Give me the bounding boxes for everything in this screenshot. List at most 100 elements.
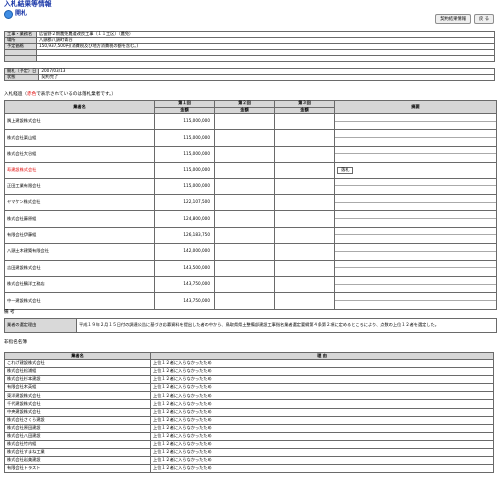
bid-results-table: 業者名 第１回 第２回 第３回 摘要 金額 金額 金額 隅上建設株式会社 115,… [4, 100, 497, 310]
bid-row: 有限会社伊藤組 126,183,750 [4, 226, 497, 245]
nominee-reason: 上位１２者に入らなかったため [150, 383, 494, 393]
notes-section-label: 備 考 [4, 310, 15, 315]
contract-info-button[interactable]: 契約結果情報 [435, 14, 472, 24]
bid-amount-round2 [214, 145, 275, 164]
bid-remarks [334, 145, 497, 164]
bid-remarks [334, 275, 497, 294]
nominee-reason: 上位１２者に入らなかったため [150, 448, 494, 458]
bid-amount-round3 [274, 275, 335, 294]
nominee-reason: 上位１２者に入らなかったため [150, 375, 494, 385]
non-nominee-table: 業者名 理 由 これげ建設株式会社 上位１２者に入らなかったため 株式会社松浦組 上位… [4, 352, 494, 474]
info-row [4, 55, 495, 62]
section-header: 開札 [4, 10, 27, 19]
notes-table: 業者の選定理由 平成１９年２月１５日付の調達公告に基づき応募資料を提出した者の中… [4, 318, 497, 333]
nominee-row: 有限会社トラスト 上位１２者に入らなかったため [4, 464, 494, 474]
remark-line [335, 293, 496, 301]
bid-amount-round2 [214, 292, 275, 310]
bid-amount-round2 [214, 275, 275, 294]
nominee-company: 中央建設株式会社 [4, 407, 151, 417]
bid-remarks [334, 226, 497, 245]
nominee-company: 株式会社さくら建設 [4, 415, 151, 425]
header-company: 業者名 [4, 100, 155, 114]
remark-line [335, 211, 496, 220]
bid-amount-round2 [214, 259, 275, 277]
bidder-name: 株式会社栗山組 [4, 129, 155, 147]
nominee-company: これげ建設株式会社 [4, 358, 151, 369]
nominee-row: 株式会社杉本建設 上位１２者に入らなかったため [4, 375, 494, 385]
nominee-header-company: 業者名 [4, 352, 151, 360]
remark-line [335, 252, 496, 260]
nominee-row: 有限会社木英組 上位１２者に入らなかったため [4, 383, 494, 393]
bid-amount-round2 [214, 243, 275, 261]
bid-row: 中一建設株式会社 143,750,000 [4, 292, 497, 310]
remark-line [335, 186, 496, 194]
bid-row: ヤマケン株式会社 122,107,500 [4, 193, 497, 212]
bid-row: 寿建設株式会社 115,000,000 落札 [4, 162, 497, 179]
bidder-name: ヤマケン株式会社 [4, 193, 155, 212]
back-button[interactable]: 戻 る [474, 14, 494, 24]
bid-amount-round1: 122,107,500 [154, 193, 215, 212]
bid-remarks [334, 259, 497, 277]
nominee-reason: 上位１２者に入らなかったため [150, 456, 494, 466]
bidder-name: 株式会社藤原組 [4, 210, 155, 228]
remark-line [335, 277, 496, 285]
bid-amount-round2 [214, 193, 275, 212]
nominee-reason: 上位１２者に入らなかったため [150, 358, 494, 369]
bid-amount-round3 [274, 259, 335, 277]
nominee-reason: 上位１２者に入らなかったため [150, 407, 494, 417]
bid-amount-round3 [274, 129, 335, 147]
bid-amount-round3 [274, 162, 335, 179]
bid-amount-round1: 143,750,000 [154, 275, 215, 294]
status-row: 状態 契約完了 [3, 74, 495, 81]
nominee-reason: 上位１２者に入らなかったため [150, 439, 494, 450]
bid-amount-round2 [214, 226, 275, 245]
bid-amount-round2 [214, 177, 275, 196]
nominee-row: 株式会社さくら建設 上位１２者に入らなかったため [4, 415, 494, 425]
nominee-reason: 上位１２者に入らなかったため [150, 423, 494, 433]
circle-bullet-icon [4, 10, 13, 19]
bid-amount-round1: 142,000,000 [154, 243, 215, 261]
bid-row: 隅上建設株式会社 115,000,000 [4, 112, 497, 131]
bidder-name: 株式会社鶴洋工務店 [4, 275, 155, 294]
bid-row: 株式会社大谷組 115,000,000 [4, 145, 497, 164]
remark-line [335, 179, 496, 187]
bid-amount-round3 [274, 145, 335, 164]
remark-line [335, 203, 496, 211]
bid-amount-round1: 115,000,000 [154, 177, 215, 196]
bid-remarks [334, 177, 497, 196]
bid-remarks [334, 112, 497, 131]
nominee-company: 株式会社松浦組 [4, 367, 151, 377]
nominee-company: 東洋建設株式会社 [4, 391, 151, 401]
nominee-reason: 上位１２者に入らなかったため [150, 431, 494, 441]
top-buttons: 契約結果情報 戻 る [435, 14, 494, 24]
bid-row: 正田工業有限会社 115,000,000 [4, 177, 497, 196]
status-value: 契約完了 [38, 74, 495, 81]
nominee-company: 千代建設株式会社 [4, 399, 151, 409]
bid-amount-round2 [214, 112, 275, 131]
bidder-name: 正田工業有限会社 [4, 177, 155, 196]
nominee-reason: 上位１２者に入らなかったため [150, 367, 494, 377]
bid-remarks [334, 129, 497, 147]
info-label [4, 55, 37, 62]
bid-amount-round3 [274, 243, 335, 261]
nominee-row: 株式会社岩美建設 上位１２者に入らなかったため [4, 456, 494, 466]
nominee-company: 株式会社杉本建設 [4, 375, 151, 385]
bid-remarks [334, 193, 497, 212]
selection-reason-text: 平成１９年２月１５日付の調達公告に基づき応募資料を提出した者の中から、鳥取県県土… [76, 318, 497, 333]
nominee-row: 株式会社松浦組 上位１２者に入らなかったため [4, 367, 494, 377]
bid-amount-round3 [274, 292, 335, 310]
results-caption: 入札経過（赤色で表示されているのは落札業者です。） [4, 92, 116, 97]
bid-amount-round1: 115,000,000 [154, 129, 215, 147]
bid-amount-round1: 115,000,000 [154, 145, 215, 164]
remark-line [335, 285, 496, 293]
bid-row: 株式会社栗山組 115,000,000 [4, 129, 497, 147]
bid-amount-round3 [274, 226, 335, 245]
page-title: 入札結果等情報 [4, 0, 52, 8]
bid-row: 八頭土木建築有限会社 142,000,000 [4, 243, 497, 261]
bidder-name: 八頭土木建築有限会社 [4, 243, 155, 261]
bid-amount-round2 [214, 129, 275, 147]
nominee-company: 株式会社竹内組 [4, 439, 151, 450]
red-label: 赤色 [26, 92, 37, 97]
bid-amount-round2 [214, 210, 275, 228]
remark-line [335, 138, 496, 146]
